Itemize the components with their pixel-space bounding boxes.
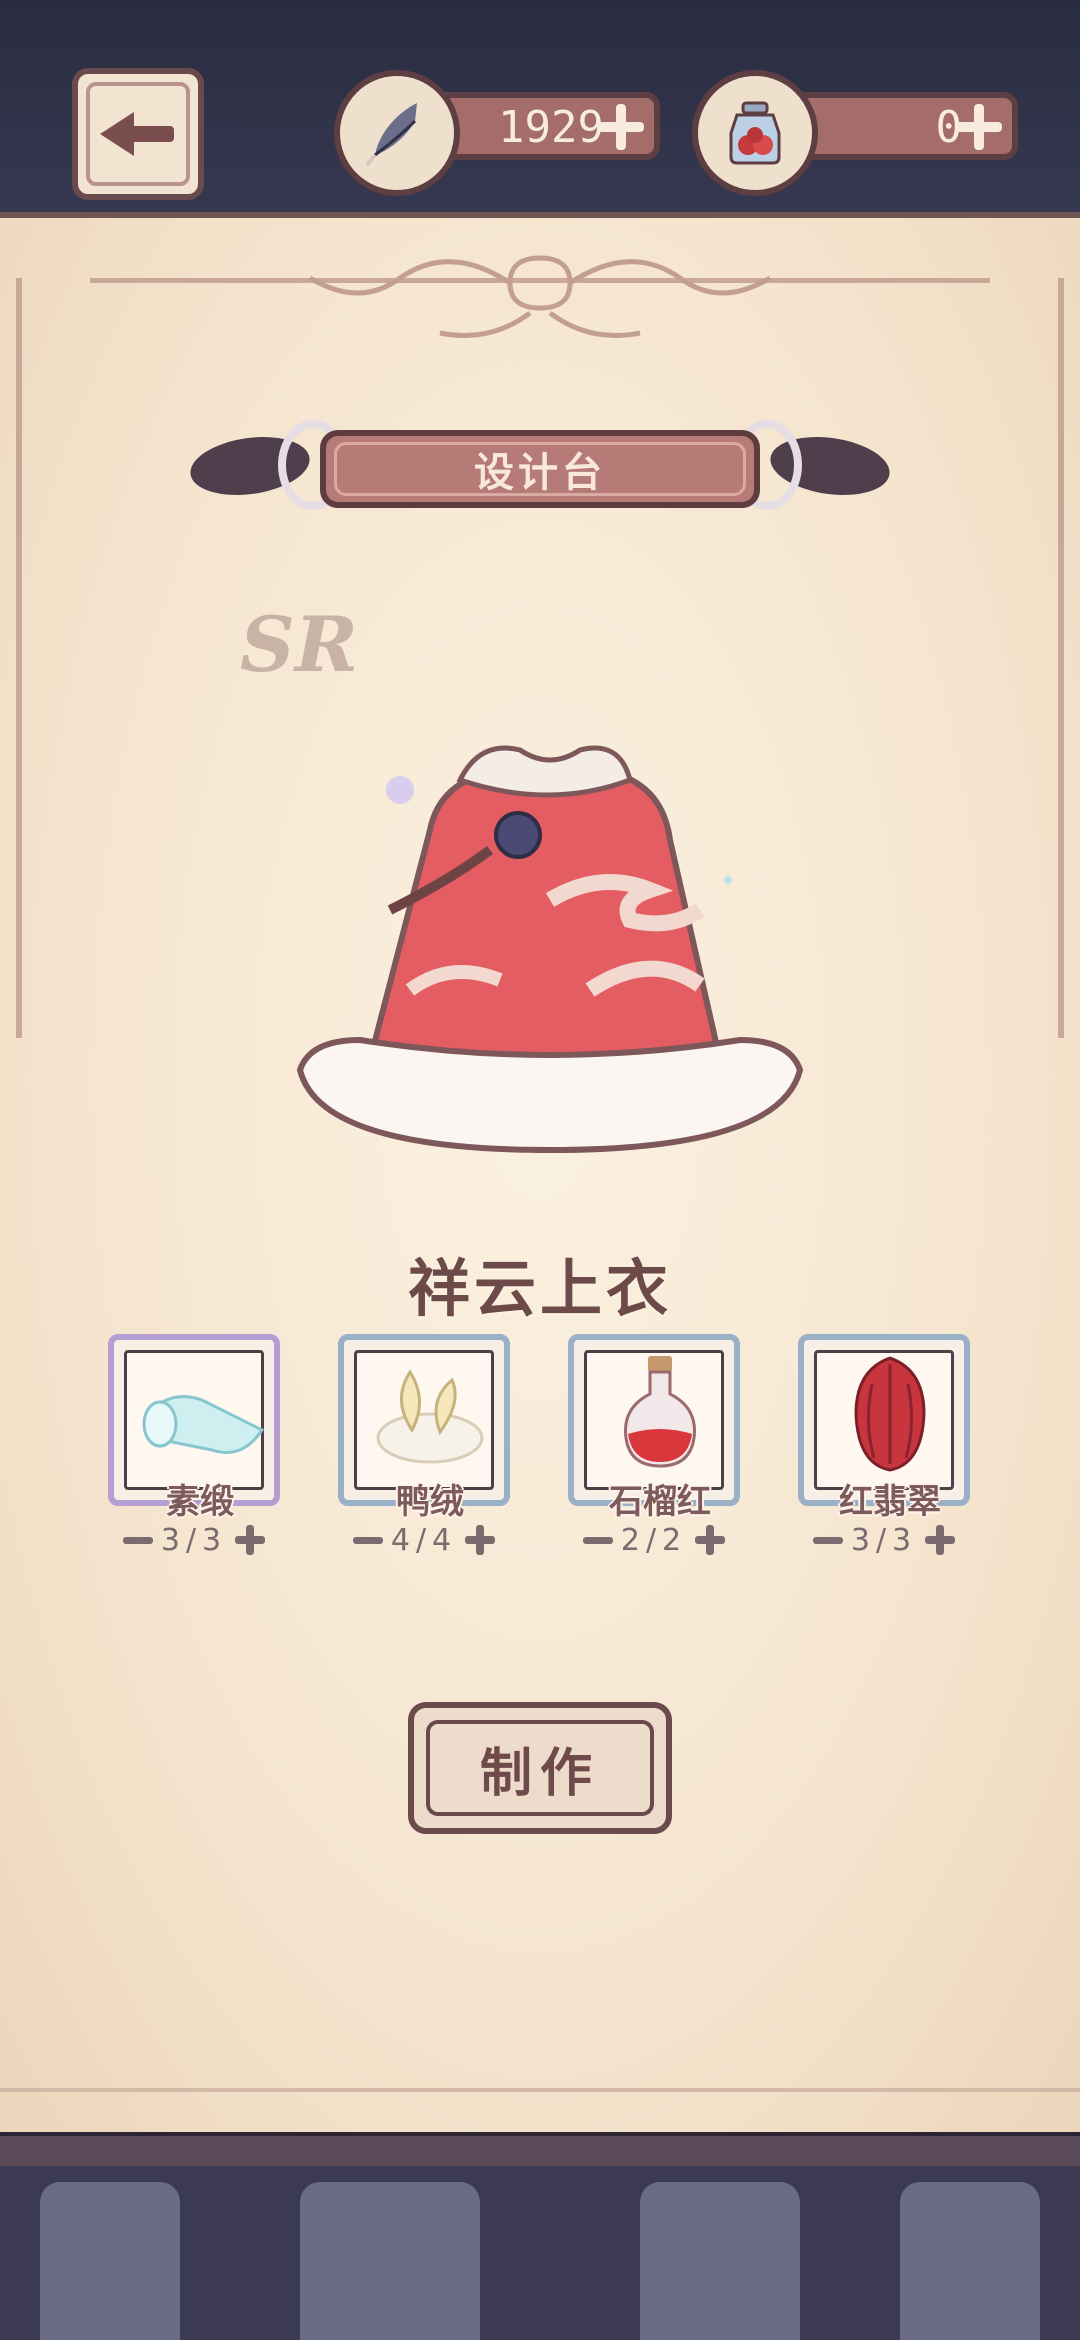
increase-button[interactable] (925, 1525, 956, 1555)
frame-bottom-line (0, 2088, 1080, 2092)
back-arrow-icon (100, 112, 176, 156)
material-count: 3/3 (850, 1522, 918, 1558)
feather-count: 1929 (498, 102, 604, 153)
increase-button[interactable] (465, 1525, 496, 1555)
cloud-top-garment-icon (296, 745, 804, 1154)
material-stepper: 3/3 (108, 1520, 280, 1560)
add-berry-button[interactable] (954, 102, 1004, 152)
frame-left-line (16, 278, 22, 1038)
material-slot-pomegranate-red[interactable]: 石榴红 2/2 (568, 1334, 740, 1560)
down-feather-icon (376, 1369, 484, 1464)
feather-icon (334, 70, 460, 196)
top-bar: 1929 0 (0, 0, 1080, 212)
material-count: 2/2 (620, 1522, 688, 1558)
decrease-button[interactable] (582, 1536, 613, 1544)
material-count: 4/4 (390, 1522, 458, 1558)
material-stepper: 2/2 (568, 1520, 740, 1560)
decrease-button[interactable] (812, 1536, 843, 1544)
material-card: 素缎 (108, 1334, 280, 1522)
material-card: 鸭绒 (338, 1334, 510, 1522)
title-banner: 设计台 (186, 420, 894, 520)
stone-pillar (900, 2182, 1040, 2340)
decrease-button[interactable] (352, 1536, 383, 1544)
material-slot-red-jade[interactable]: 红翡翠 3/3 (798, 1334, 970, 1560)
berry-jar-icon (692, 70, 818, 196)
silk-roll-icon (142, 1395, 265, 1454)
increase-button[interactable] (695, 1525, 726, 1555)
material-name: 素缎 (166, 1482, 234, 1522)
frame-right-line (1058, 278, 1064, 1038)
material-stepper: 3/3 (798, 1520, 970, 1560)
berry-count: 0 (935, 102, 963, 153)
increase-button[interactable] (235, 1525, 266, 1555)
make-button-label: 制作 (479, 1743, 600, 1804)
decrease-button[interactable] (122, 1536, 153, 1544)
material-name: 鸭绒 (396, 1482, 464, 1522)
material-name: 红翡翠 (839, 1482, 941, 1522)
back-button[interactable] (72, 68, 204, 200)
material-stepper: 4/4 (338, 1520, 510, 1560)
material-card: 红翡翠 (798, 1334, 970, 1522)
stone-pillar (300, 2182, 480, 2340)
title-bar: 设计台 (320, 430, 760, 508)
ornament-flourish-icon (308, 255, 772, 338)
material-count: 3/3 (160, 1522, 228, 1558)
rarity-badge: SR (240, 600, 359, 689)
material-slot-down[interactable]: 鸭绒 4/4 (338, 1334, 510, 1560)
red-potion-icon (624, 1356, 696, 1468)
stone-pillar (640, 2182, 800, 2340)
red-jade-icon (854, 1356, 926, 1472)
back-button-inner (86, 82, 190, 186)
page-title: 设计台 (474, 450, 606, 496)
materials-list: 素缎 3/3 鸭绒 4/4 石榴红 2/2 红翡翠 3/3 (108, 1334, 972, 1564)
berry-counter: 0 (692, 70, 1022, 196)
material-slot-silk[interactable]: 素缎 3/3 (108, 1334, 280, 1560)
item-name: 祥云上衣 (407, 1252, 672, 1325)
ground-ledge (0, 2132, 1080, 2166)
feather-counter: 1929 (334, 70, 664, 196)
material-name: 石榴红 (609, 1482, 711, 1522)
make-button[interactable]: 制作 (408, 1702, 672, 1834)
add-feather-button[interactable] (596, 102, 646, 152)
material-card: 石榴红 (568, 1334, 740, 1522)
stone-pillar (40, 2182, 180, 2340)
